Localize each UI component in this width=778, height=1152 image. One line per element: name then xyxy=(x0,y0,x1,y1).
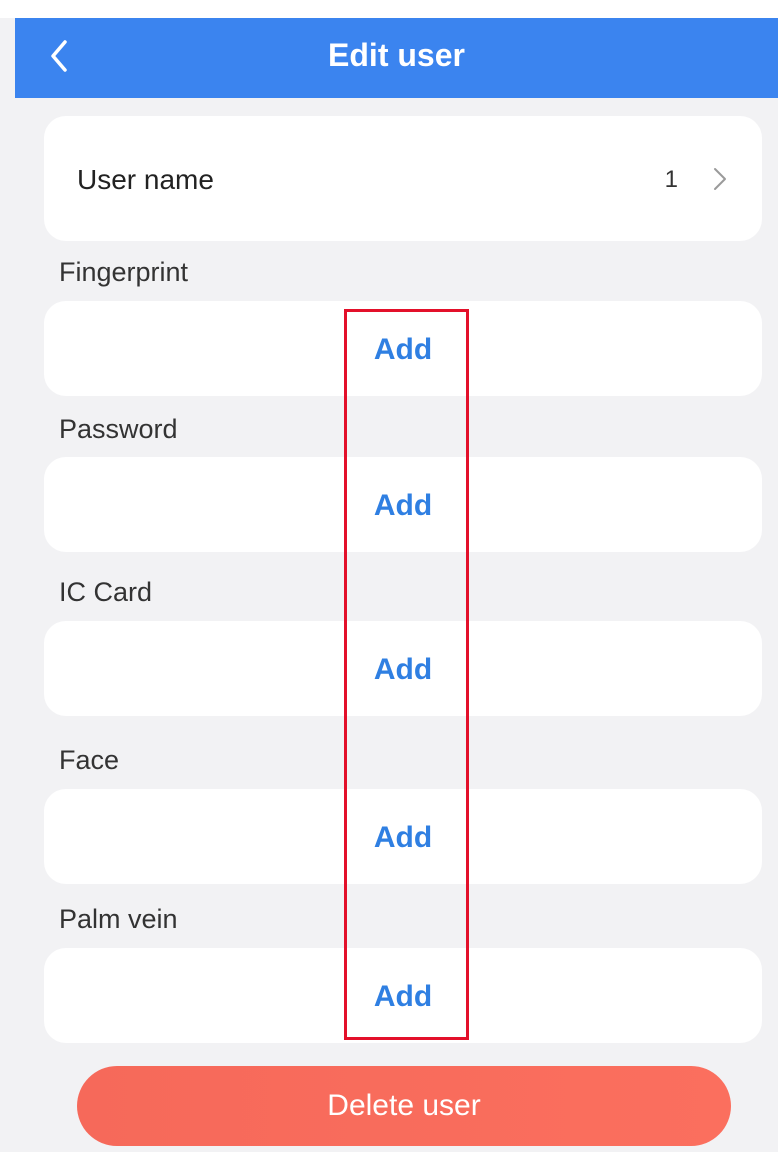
user-name-value: 1 xyxy=(664,166,678,193)
page-title: Edit user xyxy=(328,37,465,73)
add-face-button[interactable]: Add xyxy=(371,821,435,855)
status-area xyxy=(0,0,778,18)
add-ic-card-button[interactable]: Add xyxy=(371,653,435,687)
top-bar: Edit user xyxy=(15,18,778,98)
add-password-button[interactable]: Add xyxy=(371,489,435,523)
delete-user-button[interactable]: Delete user xyxy=(77,1066,731,1146)
palm-vein-label: Palm vein xyxy=(59,904,178,934)
add-palm-vein-button[interactable]: Add xyxy=(371,980,435,1014)
chevron-right-icon xyxy=(712,166,728,192)
password-card: Add xyxy=(44,457,762,552)
ic-card-card: Add xyxy=(44,621,762,716)
password-label: Password xyxy=(59,414,178,444)
face-label: Face xyxy=(59,745,120,775)
user-name-row[interactable]: User name 1 xyxy=(44,116,762,241)
ic-card-label: IC Card xyxy=(59,577,153,607)
user-name-label: User name xyxy=(77,164,214,195)
palm-vein-card: Add xyxy=(44,948,762,1043)
add-fingerprint-button[interactable]: Add xyxy=(371,333,435,367)
fingerprint-label: Fingerprint xyxy=(59,257,189,287)
fingerprint-card: Add xyxy=(44,301,762,396)
face-card: Add xyxy=(44,789,762,884)
